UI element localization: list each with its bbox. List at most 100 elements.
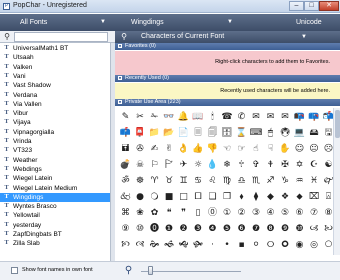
minimize-button[interactable]: –	[289, 1, 304, 11]
truetype-icon: T	[4, 221, 9, 228]
font-list-item[interactable]: T ZapfDingbats BT	[0, 230, 110, 239]
font-list-item[interactable]: T Yellowtail	[0, 211, 110, 220]
truetype-icon: T	[4, 110, 9, 117]
truetype-icon: T	[4, 212, 9, 219]
font-list-item-label: yesterday	[13, 221, 42, 229]
font-list-item[interactable]: T Wiegel Latein	[0, 174, 110, 183]
font-list-item[interactable]: T VT323	[0, 146, 110, 155]
status-bar: Show font names in own font ⚲	[0, 261, 340, 280]
recent-header[interactable]: − Recently Used (0)	[115, 75, 340, 82]
font-category-label: All Fonts	[20, 19, 48, 26]
chevron-down-icon: ▼	[227, 19, 233, 25]
truetype-icon: T	[4, 100, 9, 107]
pua-header[interactable]: − Private Use Area (223)	[115, 99, 340, 106]
truetype-icon: T	[4, 91, 9, 98]
title-bar: P PopChar - Unregistered – □ ✕	[0, 0, 340, 13]
recent-area: Recently used characters will be added h…	[115, 83, 340, 99]
truetype-icon: T	[4, 54, 9, 61]
font-list-item[interactable]: T Utsaah	[0, 53, 110, 62]
favorites-title: Favorites (0)	[125, 43, 156, 49]
font-list-item-label: Vibur	[13, 110, 29, 118]
truetype-icon: T	[4, 72, 9, 79]
truetype-icon: T	[4, 156, 9, 163]
favorites-message: Right-click characters to add them to Fa…	[215, 59, 330, 65]
font-list-item[interactable]: T Vipnagorgialla	[0, 128, 110, 137]
font-list-item-label: Via Vallen	[13, 100, 42, 108]
truetype-icon: T	[4, 184, 9, 191]
font-list-item-label: Utsaah	[13, 54, 34, 62]
font-list-item[interactable]: T Via Vallen	[0, 100, 110, 109]
recent-message: Recently used characters will be added h…	[220, 88, 330, 94]
search-icon[interactable]: ⚲	[1, 32, 13, 42]
font-list-item-label: Wingdings	[13, 193, 44, 201]
maximize-button[interactable]: □	[304, 1, 319, 11]
font-category-dropdown[interactable]: All Fonts ▼	[20, 17, 110, 28]
favorites-header[interactable]: − Favorites (0)	[115, 43, 340, 50]
pua-title: Private Use Area (223)	[125, 99, 181, 105]
font-list-item-label: Verdana	[13, 91, 38, 99]
font-list-item[interactable]: T Webdings	[0, 165, 110, 174]
glyph-scrollbar[interactable]	[333, 108, 340, 255]
character-panel: − Favorites (0) Right-click characters t…	[115, 43, 340, 255]
view-mode-dropdown[interactable]: ⚲ Characters of Current Font ▼	[115, 31, 340, 43]
truetype-icon: T	[4, 119, 9, 126]
font-list-item[interactable]: T Wiegel Latein Medium	[0, 184, 110, 193]
font-list-item-label: Vipnagorgialla	[13, 128, 55, 136]
popchar-app-icon: P	[3, 3, 10, 10]
font-list-item-label: Vijaya	[13, 119, 31, 127]
collapse-icon[interactable]: −	[118, 44, 122, 49]
show-font-names-label: Show font names in own font	[22, 267, 93, 273]
font-list-item-label: Webdings	[13, 165, 42, 173]
truetype-icon: T	[4, 63, 9, 70]
font-list-item-label: Weather	[13, 156, 38, 164]
encoding-dropdown[interactable]: Unicode	[296, 17, 340, 28]
truetype-icon: T	[4, 175, 9, 182]
font-list-item[interactable]: T Wyntes Brasco	[0, 202, 110, 211]
font-list-item-label: Wiegel Latein Medium	[13, 184, 78, 192]
collapse-icon[interactable]: −	[118, 76, 122, 81]
show-font-names-checkbox[interactable]	[11, 267, 18, 274]
font-list-item[interactable]: T Valken	[0, 63, 110, 72]
favorites-area: Right-click characters to add them to Fa…	[115, 51, 340, 75]
font-list-item[interactable]: T Vrinda	[0, 137, 110, 146]
close-button[interactable]: ✕	[319, 1, 339, 11]
recent-title: Recently Used (0)	[125, 75, 170, 81]
font-list-item-label: Valken	[13, 63, 33, 71]
truetype-icon: T	[4, 128, 9, 135]
toolbar: All Fonts ▼ Wingdings ▼ Unicode	[0, 14, 340, 31]
font-list[interactable]: T UniversalMath1 BT T Utsaah T Valken T Vani T Va…	[0, 43, 111, 261]
font-list-item-label: Vast Shadow	[13, 82, 51, 90]
chevron-down-icon: ▼	[100, 19, 106, 25]
zoom-icon[interactable]: ⚲	[122, 264, 135, 277]
truetype-icon: T	[4, 165, 9, 172]
collapse-icon[interactable]: −	[118, 100, 122, 105]
search-icon[interactable]: ⚲	[118, 32, 130, 42]
font-list-item[interactable]: T Verdana	[0, 91, 110, 100]
font-list-item-label: Vani	[13, 72, 26, 80]
font-name-dropdown[interactable]: Wingdings ▼	[131, 17, 236, 28]
font-list-item[interactable]: T Zilla Slab	[0, 239, 110, 248]
font-list-item-label: Vrinda	[13, 138, 32, 145]
font-list-item[interactable]: T Vani	[0, 72, 110, 81]
font-list-item[interactable]: T Vast Shadow	[0, 81, 110, 90]
font-list-item[interactable]: T Vibur	[0, 109, 110, 118]
font-list-item-label: VT323	[13, 147, 33, 155]
font-list-item[interactable]: T Vijaya	[0, 118, 110, 127]
truetype-icon: T	[4, 203, 9, 210]
font-list-item[interactable]: T Weather	[0, 156, 110, 165]
zoom-slider-track[interactable]	[141, 271, 241, 272]
font-list-item[interactable]: T Wingdings	[0, 192, 110, 202]
view-mode-label: Characters of Current Font	[141, 33, 225, 40]
font-list-item-label: Zilla Slab	[13, 240, 40, 248]
font-list-item[interactable]: Tyesterday	[0, 221, 110, 230]
zoom-slider-thumb[interactable]	[148, 266, 153, 275]
truetype-icon: T	[4, 231, 9, 237]
truetype-icon: T	[4, 138, 9, 144]
font-search-input[interactable]	[14, 32, 108, 42]
scrollbar-thumb[interactable]	[335, 110, 340, 138]
truetype-icon: T	[4, 45, 9, 51]
window-title: PopChar - Unregistered	[13, 2, 87, 9]
font-list-item[interactable]: T UniversalMath1 BT	[0, 44, 110, 53]
font-list-item-label: UniversalMath1 BT	[13, 45, 69, 52]
font-list-item-label: Yellowtail	[13, 212, 40, 220]
